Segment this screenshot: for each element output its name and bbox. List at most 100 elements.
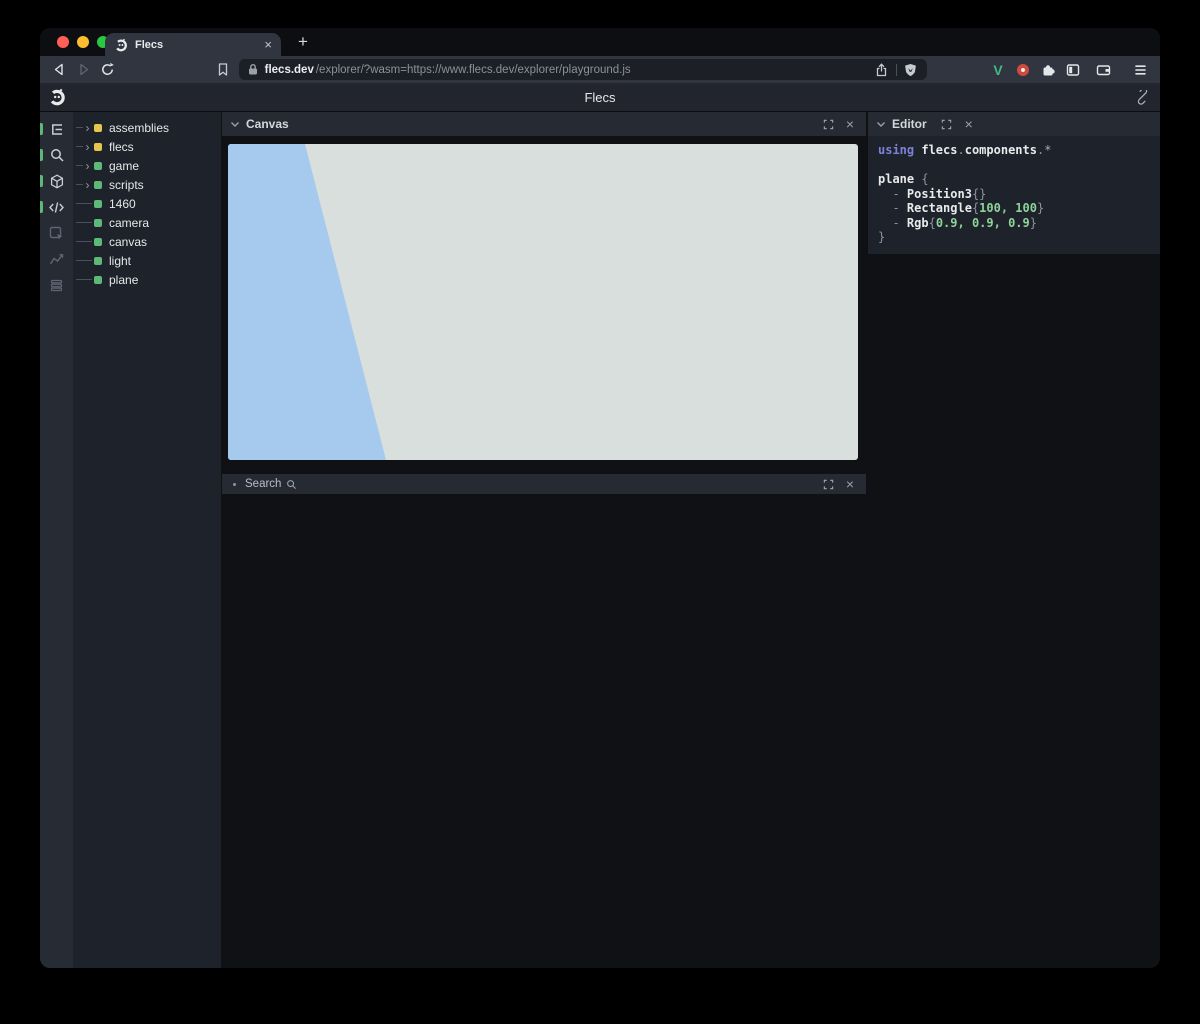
- bookmark-button[interactable]: [211, 59, 235, 81]
- brave-shield-button[interactable]: [903, 62, 919, 78]
- chart-icon: [49, 253, 64, 266]
- back-button[interactable]: [48, 59, 72, 81]
- chevron-down-icon[interactable]: [230, 121, 240, 128]
- red-badge-icon: [1016, 63, 1030, 77]
- editor-close-button[interactable]: ×: [961, 116, 977, 132]
- search-icon: [50, 148, 64, 162]
- share-icon: [875, 63, 888, 77]
- content-area: Canvas × Search: [221, 112, 1160, 968]
- entity-label: assemblies: [109, 121, 169, 135]
- tree-item[interactable]: canvas: [73, 232, 221, 251]
- browser-tab[interactable]: Flecs ×: [105, 33, 281, 56]
- entity-color-swatch: [94, 219, 102, 227]
- tree-item[interactable]: 1460: [73, 194, 221, 213]
- share-link-button[interactable]: [1135, 90, 1150, 105]
- main-area: › assemblies › flecs › game ›: [40, 112, 1160, 968]
- tree-item[interactable]: › game: [73, 156, 221, 175]
- page-title: Flecs: [40, 90, 1160, 105]
- wallet-button[interactable]: [1093, 59, 1115, 81]
- entity-color-swatch: [94, 200, 102, 208]
- entity-label: game: [109, 159, 139, 173]
- browser-menu-button[interactable]: [1130, 59, 1152, 81]
- canvas-panel-title: Canvas: [246, 117, 289, 131]
- expand-chevron-icon[interactable]: ›: [83, 160, 92, 172]
- extensions-button[interactable]: [1037, 59, 1059, 81]
- forward-icon: [76, 62, 91, 77]
- canvas-viewport[interactable]: [228, 144, 858, 460]
- canvas-close-button[interactable]: ×: [842, 116, 858, 132]
- hamburger-menu-icon: [1134, 64, 1147, 76]
- sidebar-item-stats[interactable]: [40, 246, 73, 272]
- entity-label: canvas: [109, 235, 147, 249]
- tree-item[interactable]: light: [73, 251, 221, 270]
- entity-label: 1460: [109, 197, 136, 211]
- close-window-button[interactable]: [57, 36, 69, 48]
- search-panel-header[interactable]: Search ×: [222, 474, 866, 494]
- browser-toolbar: flecs.dev /explorer/?wasm=https://www.fl…: [40, 56, 1160, 83]
- entity-color-swatch: [94, 238, 102, 246]
- vue-icon: V: [993, 62, 1002, 78]
- cube-icon: [50, 174, 64, 189]
- search-fullscreen-button[interactable]: [820, 476, 836, 492]
- vue-devtools-button[interactable]: V: [987, 59, 1009, 81]
- forward-button[interactable]: [72, 59, 96, 81]
- sidebar-item-tables[interactable]: [40, 272, 73, 298]
- minimize-window-button[interactable]: [77, 36, 89, 48]
- tree-item[interactable]: › assemblies: [73, 118, 221, 137]
- collapsed-dot-icon[interactable]: [233, 483, 236, 486]
- tree-guide-line: [76, 146, 83, 147]
- sidebar-item-entities[interactable]: [40, 168, 73, 194]
- search-panel-title: Search: [245, 478, 281, 490]
- entity-color-swatch: [94, 124, 102, 132]
- outline-icon: [50, 123, 64, 136]
- sidebar-toggle-button[interactable]: [1062, 59, 1084, 81]
- search-close-button[interactable]: ×: [842, 476, 858, 492]
- tree-item[interactable]: › flecs: [73, 137, 221, 156]
- tree-item[interactable]: › scripts: [73, 175, 221, 194]
- tree-item[interactable]: plane: [73, 270, 221, 289]
- editor-fullscreen-button[interactable]: [939, 116, 955, 132]
- code-line: }: [878, 230, 1150, 245]
- expand-chevron-icon[interactable]: ›: [83, 141, 92, 153]
- editor-panel-header[interactable]: Editor ×: [868, 112, 1160, 136]
- editor-panel: Editor × using flecs.components.* plane …: [868, 112, 1160, 254]
- share-button[interactable]: [874, 62, 890, 78]
- fullscreen-icon: [941, 119, 952, 130]
- tab-close-icon[interactable]: ×: [264, 38, 272, 51]
- sidebar-item-editor[interactable]: [40, 194, 73, 220]
- code-line: - Rectangle{100, 100}: [878, 201, 1150, 216]
- code-line: [878, 158, 1150, 173]
- back-icon: [52, 62, 67, 77]
- puzzle-icon: [1041, 63, 1055, 77]
- expand-chevron-icon[interactable]: ›: [83, 122, 92, 134]
- code-line: - Position3{}: [878, 187, 1150, 202]
- editor-code[interactable]: using flecs.components.* plane { - Posit…: [868, 136, 1160, 254]
- reload-button[interactable]: [95, 59, 119, 81]
- editor-panel-title: Editor: [892, 117, 927, 131]
- expand-chevron-icon[interactable]: ›: [83, 179, 92, 191]
- sidebar-item-outliner[interactable]: [40, 116, 73, 142]
- canvas-panel-header[interactable]: Canvas ×: [222, 112, 866, 136]
- sidebar-icon: [1066, 63, 1080, 77]
- tree-guide-line: [76, 260, 92, 261]
- sidebar-item-query[interactable]: [40, 142, 73, 168]
- new-tab-button[interactable]: +: [292, 31, 314, 53]
- sidebar-item-inspector[interactable]: [40, 220, 73, 246]
- wallet-icon: [1096, 63, 1111, 77]
- app-header: Flecs: [40, 83, 1160, 112]
- divider: [896, 64, 897, 76]
- url-bar[interactable]: flecs.dev /explorer/?wasm=https://www.fl…: [239, 59, 927, 80]
- tree-guide-line: [76, 203, 92, 204]
- canvas-fullscreen-button[interactable]: [820, 116, 836, 132]
- tab-bar: Flecs × +: [40, 28, 1160, 56]
- entity-label: light: [109, 254, 131, 268]
- search-icon: [286, 479, 297, 490]
- code-line: - Rgb{0.9, 0.9, 0.9}: [878, 216, 1150, 231]
- chevron-down-icon[interactable]: [876, 121, 886, 128]
- entity-color-swatch: [94, 181, 102, 189]
- entity-tree: › assemblies › flecs › game ›: [73, 112, 221, 968]
- tree-guide-line: [76, 165, 83, 166]
- entity-label: flecs: [109, 140, 134, 154]
- extension-red-button[interactable]: [1012, 59, 1034, 81]
- tree-item[interactable]: camera: [73, 213, 221, 232]
